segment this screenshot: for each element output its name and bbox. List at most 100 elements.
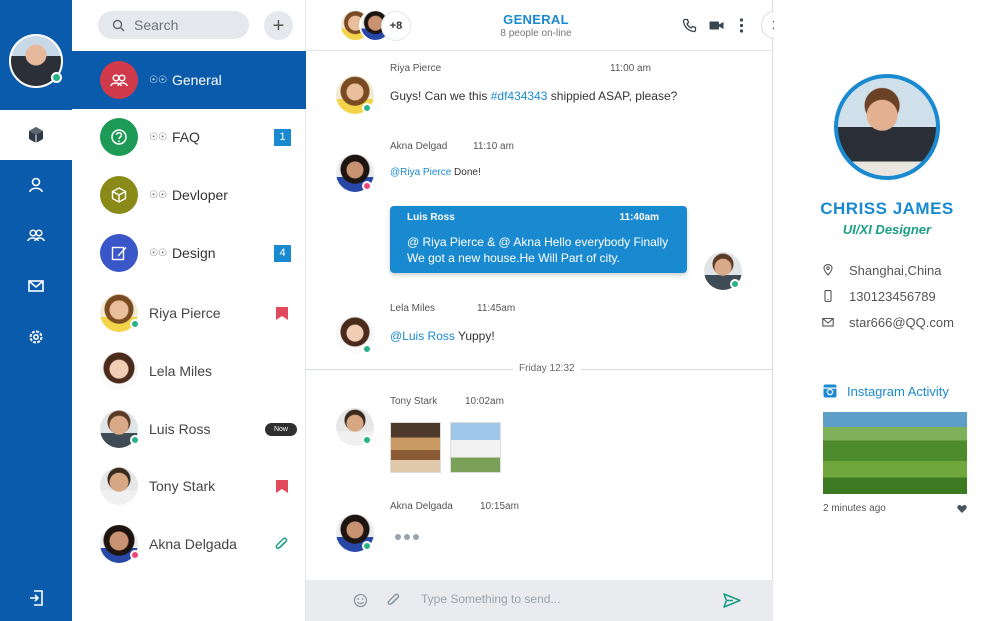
search-icon [112, 19, 125, 31]
nav-item-groups[interactable] [0, 210, 72, 260]
chat-app: + ☉☉ General ☉☉ FAQ 1 ☉☉ Devloper [0, 0, 1000, 621]
outgoing-message-bubble: Luis Ross 11:40am @ Riya Pierce & @ Akna… [390, 206, 687, 273]
conversation-name: Devloper [171, 187, 228, 203]
more-members-button[interactable]: +8 [381, 11, 411, 41]
mail-icon [822, 317, 834, 327]
mention-link[interactable]: @Riya Pierce [390, 167, 451, 178]
conversation-name: Luis Ross [149, 421, 211, 437]
message-text: @Riya Pierce Done! [390, 167, 481, 178]
chat-panel: +8 GENERAL 8 people on-line Riya Pierce … [306, 0, 789, 621]
hashtag-link[interactable]: #df434343 [491, 89, 548, 103]
bookmark-icon[interactable] [276, 306, 288, 320]
chat-title: GENERAL [503, 12, 569, 27]
nav-item-messages[interactable] [0, 261, 72, 311]
conversation-label: ☉☉ FAQ [149, 129, 200, 145]
busy-status-dot [130, 550, 140, 560]
group-avatar [100, 176, 138, 214]
date-divider-label: Friday 12:32 [513, 363, 581, 374]
conversation-lela-miles[interactable]: Lela Miles [72, 342, 306, 400]
message-sender: Akna Delgad [390, 141, 448, 152]
message-time: 11:00 am [610, 63, 651, 74]
conversation-design[interactable]: ☉☉ Design 4 [72, 224, 306, 282]
search-input[interactable] [134, 17, 244, 33]
plus-icon: + [272, 14, 285, 37]
conversation-luis-ross[interactable]: Luis Ross Now [72, 400, 306, 458]
online-status-dot [362, 435, 372, 445]
message-time: 11:10 am [473, 141, 514, 152]
instagram-time: 2 minutes ago [823, 503, 886, 514]
unread-badge: 1 [274, 128, 291, 146]
busy-status-dot [362, 181, 372, 191]
group-avatar [100, 61, 138, 99]
message-sender: Tony Stark [390, 396, 438, 407]
image-attachment[interactable] [450, 422, 501, 473]
message-sender: Akna Delgada [390, 501, 453, 512]
logout-icon [30, 590, 43, 606]
instagram-activity-title[interactable]: Instagram Activity [847, 384, 949, 399]
conversation-riya-pierce[interactable]: Riya Pierce [72, 284, 306, 342]
video-icon[interactable] [709, 18, 724, 33]
users-icon [27, 229, 45, 242]
profile-photo[interactable] [834, 74, 940, 180]
bookmark-icon[interactable] [276, 479, 288, 493]
conversation-tony-stark[interactable]: Tony Stark [72, 457, 306, 515]
profile-role: UI/XI Designer [842, 222, 932, 237]
paperclip-icon[interactable] [274, 537, 289, 552]
more-options-icon[interactable] [734, 18, 749, 33]
conversation-list: + ☉☉ General ☉☉ FAQ 1 ☉☉ Devloper [72, 0, 306, 621]
message-text: @Luis Ross Yuppy! [390, 329, 495, 343]
nav-item-dashboard[interactable] [0, 110, 72, 160]
instagram-icon [823, 384, 837, 398]
gear-icon [29, 330, 43, 344]
online-status-dot [362, 344, 372, 354]
nav-item-profile[interactable] [0, 160, 72, 210]
phone-icon [824, 290, 832, 302]
user-icon [29, 177, 43, 193]
conversation-name: Lela Miles [149, 363, 213, 379]
conversation-devloper[interactable]: ☉☉ Devloper [72, 166, 306, 224]
location-pin-icon [823, 264, 833, 276]
conversation-name: General [171, 72, 222, 88]
conversation-akna-delgada[interactable]: Akna Delgada [72, 515, 306, 573]
group-icon: ☉☉ [149, 189, 167, 201]
now-badge: Now [265, 422, 297, 436]
nav-item-settings[interactable] [0, 312, 72, 362]
conversation-name: Akna Delgada [149, 536, 237, 552]
group-icon: ☉☉ [149, 131, 167, 143]
unread-badge: 4 [274, 244, 291, 262]
message-input[interactable] [421, 592, 701, 606]
online-status-dot [730, 279, 740, 289]
message-time: 11:45am [477, 303, 516, 314]
message-composer [306, 580, 773, 621]
phone-icon[interactable] [682, 18, 697, 33]
online-status-dot [362, 103, 372, 113]
instagram-photo[interactable] [823, 412, 967, 494]
conversation-faq[interactable]: ☉☉ FAQ 1 [72, 108, 306, 166]
message-text-part: Yuppy! [454, 329, 495, 343]
conversation-general[interactable]: ☉☉ General [72, 51, 306, 109]
add-conversation-button[interactable]: + [264, 11, 293, 40]
logout-button[interactable] [0, 573, 72, 621]
attach-icon[interactable] [386, 593, 401, 608]
heart-icon[interactable] [957, 504, 967, 514]
message-time: 11:40am [619, 212, 659, 223]
email-text[interactable]: star666@QQ.com [849, 315, 954, 330]
location-text: Shanghai,China [849, 262, 942, 278]
users-icon [110, 74, 128, 87]
send-icon[interactable] [723, 593, 741, 608]
group-icon: ☉☉ [149, 247, 167, 259]
message-sender: Riya Pierce [390, 63, 442, 74]
conversation-name: Riya Pierce [149, 305, 221, 321]
online-status-dot [51, 72, 62, 83]
mention-link[interactable]: @Luis Ross [390, 329, 455, 343]
online-status-dot [130, 319, 140, 329]
group-avatar [100, 118, 138, 156]
message-time: 10:02am [465, 396, 504, 407]
group-avatar [100, 234, 138, 272]
image-attachment[interactable] [390, 422, 441, 473]
search-box[interactable] [98, 11, 249, 39]
conversation-name: Tony Stark [149, 478, 216, 494]
message-time: 10:15am [480, 501, 519, 512]
online-status-dot [130, 435, 140, 445]
emoji-icon[interactable] [353, 593, 368, 608]
